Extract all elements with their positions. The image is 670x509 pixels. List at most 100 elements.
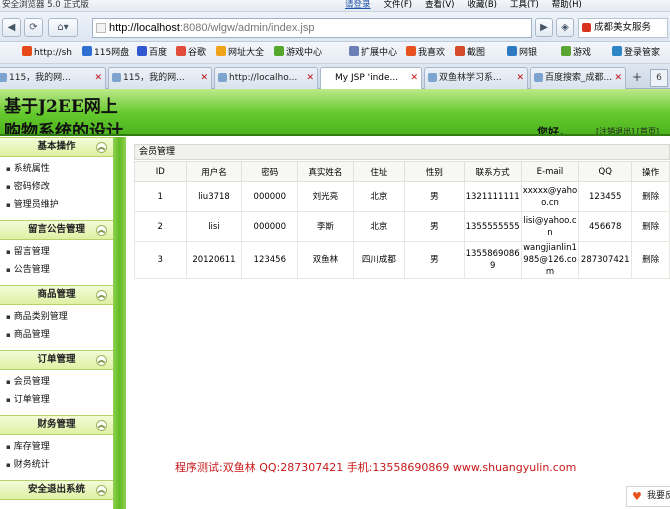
- cell-password: 000000: [241, 181, 299, 212]
- window-titlebar: 安全浏览器 5.0 正式版 请登录 文件(F) 查看(V) 收藏(B) 工具(T…: [0, 0, 670, 12]
- browser-tab[interactable]: 115，我的网... ✕: [108, 67, 212, 89]
- cell-email: wangjianlin1985@126.com: [520, 241, 580, 279]
- fav-item[interactable]: 谷歌: [176, 46, 206, 60]
- fav-item[interactable]: 网址大全: [216, 46, 264, 60]
- menu-file[interactable]: 文件(F): [384, 0, 413, 11]
- go-arrow-icon: ▶: [540, 22, 548, 33]
- sidebar-group-orders[interactable]: 订单管理 ︽: [0, 350, 113, 370]
- collapse-chevron-icon[interactable]: ︽: [96, 420, 107, 431]
- fav-item[interactable]: 百度: [137, 46, 167, 60]
- sidebar-group-items: 会员管理 订单管理: [0, 370, 113, 415]
- column-header: 性别: [404, 161, 465, 182]
- fav-item[interactable]: 网银: [507, 46, 537, 60]
- browser-tab[interactable]: 百度搜索_成都... ✕: [530, 67, 626, 89]
- table-row: 1 liu3718 000000 刘光亮 北京 男 1321111111 xxx…: [134, 181, 670, 212]
- sidebar-group-logout[interactable]: 安全退出系统 ︽: [0, 480, 113, 500]
- sidebar-item-order-management[interactable]: 订单管理: [6, 391, 113, 409]
- collapse-chevron-icon[interactable]: ︽: [96, 225, 107, 236]
- tab-favicon-icon: [0, 73, 7, 82]
- sidebar-item-finance-statistics[interactable]: 财务统计: [6, 456, 113, 474]
- header-divider: [0, 134, 670, 136]
- cell-username: liu3718: [185, 181, 243, 212]
- fav-site-icon: [612, 46, 622, 56]
- sidebar-item-member-management[interactable]: 会员管理: [6, 373, 113, 391]
- sidebar-group-items: 商品类别管理 商品管理: [0, 305, 113, 350]
- cell-id: 2: [134, 211, 187, 242]
- site-header: 基于J2EE网上 购物系统的设计 您好， [注销退出] [首页]: [0, 89, 670, 134]
- fav-site-icon: [137, 46, 147, 56]
- fav-item[interactable]: 游戏: [561, 46, 591, 60]
- sidebar-group-finance[interactable]: 财务管理 ︽: [0, 415, 113, 435]
- cell-email: xxxxx@yahoo.cn: [520, 181, 580, 212]
- address-host: http://localhost: [109, 22, 180, 34]
- tab-close-icon[interactable]: ✕: [94, 68, 102, 88]
- refresh-button[interactable]: ⟳: [24, 18, 43, 37]
- tab-close-icon[interactable]: ✕: [516, 68, 524, 88]
- address-bar[interactable]: http://localhost:8080/wlgw/admin/index.j…: [92, 18, 532, 38]
- header-links[interactable]: [注销退出] [首页]: [596, 126, 659, 134]
- fav-site-icon: [82, 46, 92, 56]
- new-tab-button[interactable]: +: [628, 69, 646, 87]
- delete-link[interactable]: 删除: [631, 181, 670, 212]
- favorites-bar: http://sh 115网盘 百度 谷歌 网址大全 游戏中心 扩展中心 我喜欢…: [0, 42, 670, 64]
- fav-item[interactable]: 游戏中心: [274, 46, 322, 60]
- cell-phone: 1355555555: [463, 211, 522, 242]
- feedback-button[interactable]: 我要反馈: [626, 486, 670, 507]
- fav-site-icon: [349, 46, 359, 56]
- sidebar-splitter[interactable]: [113, 137, 126, 509]
- browser-tab[interactable]: 双鱼林学习系... ✕: [424, 67, 528, 89]
- sidebar-item-system-properties[interactable]: 系统属性: [6, 160, 113, 178]
- cell-realname: 双鱼林: [297, 241, 354, 279]
- sidebar-item-announcement-management[interactable]: 公告管理: [6, 261, 113, 279]
- sidebar-item-inventory-management[interactable]: 库存管理: [6, 438, 113, 456]
- delete-link[interactable]: 删除: [631, 211, 670, 242]
- home-button[interactable]: ⌂▾: [48, 18, 78, 37]
- collapse-chevron-icon[interactable]: ︽: [96, 485, 107, 496]
- sidebar-group-messages[interactable]: 留言公告管理 ︽: [0, 220, 113, 240]
- tab-close-icon[interactable]: ✕: [200, 68, 208, 88]
- collapse-chevron-icon[interactable]: ︽: [96, 290, 107, 301]
- security-shield-button[interactable]: ◈: [556, 18, 574, 37]
- fav-item[interactable]: http://sh: [22, 46, 72, 60]
- tab-close-icon[interactable]: ✕: [306, 68, 314, 88]
- sidebar-item-admin-maintenance[interactable]: 管理员维护: [6, 196, 113, 214]
- cell-gender: 男: [404, 241, 465, 279]
- login-link[interactable]: 请登录: [345, 0, 371, 11]
- menu-tools[interactable]: 工具(T): [510, 0, 539, 11]
- fav-item[interactable]: 115网盘: [82, 46, 129, 60]
- sidebar-item-message-management[interactable]: 留言管理: [6, 243, 113, 261]
- tab-count-badge[interactable]: 6: [650, 69, 668, 87]
- refresh-icon: ⟳: [29, 22, 38, 33]
- go-button[interactable]: ▶: [535, 18, 553, 37]
- column-header: 操作: [631, 161, 670, 182]
- fav-item[interactable]: 我喜欢: [406, 46, 445, 60]
- browser-tab[interactable]: 115，我的网... ✕: [0, 67, 106, 89]
- tab-favicon-icon: [534, 73, 543, 82]
- browser-tab[interactable]: http://localho... ✕: [214, 67, 318, 89]
- page-favicon-icon: [96, 23, 106, 33]
- back-button[interactable]: ◀: [2, 18, 21, 37]
- collapse-chevron-icon[interactable]: ︽: [96, 355, 107, 366]
- greeting-text: 您好，: [537, 126, 570, 134]
- tab-close-icon[interactable]: ✕: [614, 68, 622, 88]
- sidebar-item-category-management[interactable]: 商品类别管理: [6, 308, 113, 326]
- sidebar-group-items: 系统属性 密码修改 管理员维护: [0, 157, 113, 220]
- sidebar-group-basic[interactable]: 基本操作 ︽: [0, 137, 113, 157]
- sidebar-item-change-password[interactable]: 密码修改: [6, 178, 113, 196]
- sidebar-item-product-management[interactable]: 商品管理: [6, 326, 113, 344]
- tab-favicon-icon: [428, 73, 437, 82]
- menu-favorites[interactable]: 收藏(B): [468, 0, 497, 11]
- fav-item[interactable]: 扩展中心: [349, 46, 397, 60]
- quick-search-link[interactable]: 成都美女服务: [578, 18, 668, 38]
- menu-view[interactable]: 查看(V): [425, 0, 454, 11]
- fav-item[interactable]: 截图: [455, 46, 485, 60]
- sidebar-group-products[interactable]: 商品管理 ︽: [0, 285, 113, 305]
- fav-item[interactable]: 登录管家: [612, 46, 660, 60]
- cell-address: 四川成都: [352, 241, 406, 279]
- tab-close-icon[interactable]: ✕: [410, 68, 418, 88]
- delete-link[interactable]: 删除: [631, 241, 670, 279]
- column-header: 联系方式: [463, 161, 522, 182]
- browser-tab-active[interactable]: My JSP 'inde... ✕: [320, 67, 422, 90]
- menu-help[interactable]: 帮助(H): [552, 0, 582, 11]
- collapse-chevron-icon[interactable]: ︽: [96, 142, 107, 153]
